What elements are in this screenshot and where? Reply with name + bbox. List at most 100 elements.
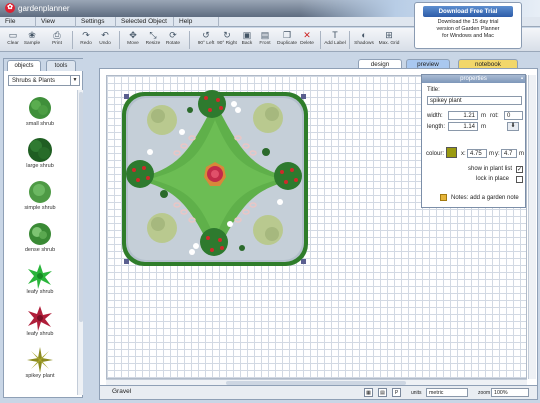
garden-plan[interactable]: [120, 90, 310, 268]
properties-panel: properties ▪ Title: spikey plant width: …: [421, 74, 526, 208]
plant-item-spikey-plant[interactable]: spikey plant: [4, 344, 76, 382]
rotate-down-button[interactable]: ⬇: [507, 122, 519, 131]
menu-file[interactable]: File: [0, 17, 36, 27]
close-icon[interactable]: ▪: [521, 75, 523, 83]
leafy-shrub-icon: [28, 264, 52, 289]
menu-settings[interactable]: Settings: [76, 17, 116, 27]
delete-icon: ✕: [303, 30, 311, 40]
max-grid-label: Max. Grid: [378, 41, 400, 46]
sample-button[interactable]: ❀ Sample: [20, 29, 44, 51]
title-input[interactable]: spikey plant: [427, 96, 522, 105]
category-dropdown[interactable]: Shrubs & Plants ▼: [8, 75, 80, 86]
chevron-down-icon: ▼: [70, 76, 79, 85]
menu-help[interactable]: Help: [174, 17, 219, 27]
properties-title: properties: [460, 76, 487, 82]
plant-item-leafy-shrub-red[interactable]: leafy shrub: [4, 302, 76, 340]
title-label: Title:: [427, 87, 440, 93]
lock-in-place-checkbox[interactable]: [516, 176, 523, 183]
plant-item-large-shrub[interactable]: large shrub: [4, 134, 76, 172]
plant-item-dense-shrub[interactable]: dense shrub: [4, 218, 76, 256]
menu-view[interactable]: View: [36, 17, 76, 27]
y-unit: m: [519, 151, 524, 157]
plant-label: large shrub: [26, 163, 54, 169]
rotation-input[interactable]: 0: [504, 111, 523, 120]
list-view-icon[interactable]: ▤: [378, 388, 387, 397]
bring-front-button[interactable]: ▤ Front: [253, 29, 277, 51]
units-select[interactable]: metric: [426, 388, 468, 397]
rotate-label: Rotate: [165, 41, 181, 46]
width-label: width:: [427, 113, 443, 119]
scrollbar-thumb[interactable]: [79, 92, 83, 322]
tab-objects[interactable]: objects: [7, 60, 41, 71]
download-trial-button[interactable]: Download Free Trial: [423, 6, 513, 17]
print-button[interactable]: ⎙ Print: [45, 29, 69, 51]
x-unit: m: [489, 151, 494, 157]
show-in-plant-list-checkbox[interactable]: ✓: [516, 166, 523, 173]
y-label: y:: [495, 151, 500, 157]
max-grid-button[interactable]: ⊞ Max. Grid: [377, 29, 401, 51]
toolbar-separator: [320, 31, 321, 49]
simple-shrub-icon: [29, 181, 51, 203]
app-logo: ✿ gardenplanner: [5, 3, 70, 13]
x-input[interactable]: 4.75: [467, 149, 487, 158]
shadows-button[interactable]: ◐ Shadows: [352, 29, 376, 51]
plant-list-scrollbar[interactable]: [77, 90, 83, 395]
trial-text-line-1: Download the 15 day trial: [437, 19, 499, 25]
logo-icon: ✿: [5, 3, 15, 13]
bring-front-icon: ▤: [260, 30, 270, 40]
canvas-horizontal-scrollbar[interactable]: [106, 379, 527, 385]
add-label-label: Add Label: [324, 41, 346, 46]
undo-icon: ↶: [101, 30, 109, 40]
leafy-shrub-red-icon: [28, 306, 52, 331]
shadows-label: Shadows: [354, 41, 374, 46]
width-unit: m: [481, 113, 486, 119]
grid-view-icon[interactable]: ▦: [364, 388, 373, 397]
delete-button[interactable]: ✕ Delete: [295, 29, 319, 51]
plant-label: small shrub: [25, 121, 55, 127]
plant-item-leafy-shrub-green[interactable]: leafy shrub: [4, 260, 76, 298]
scrollbar-thumb[interactable]: [226, 381, 406, 385]
objects-panel: objects tools Shrubs & Plants ▼ small sh…: [3, 58, 84, 398]
x-label: x:: [461, 151, 466, 157]
y-input[interactable]: 4.7: [501, 149, 517, 158]
add-label-button[interactable]: T Add Label: [323, 29, 347, 51]
toolbar-separator: [349, 31, 350, 49]
shadows-icon: ◐: [361, 30, 367, 40]
notes-link[interactable]: Notes: add a garden note: [451, 195, 519, 201]
menu-selected-object[interactable]: Selected Object: [116, 17, 174, 27]
colour-swatch[interactable]: [446, 147, 457, 158]
chevron-down-icon: ⬇: [510, 123, 516, 129]
large-shrub-icon: [28, 138, 52, 162]
rot-label: rot:: [490, 113, 499, 119]
units-label: units: [411, 390, 422, 396]
label-icon: T: [332, 30, 338, 40]
lock-in-place-label: lock in place: [476, 176, 510, 182]
selected-material: Gravel: [112, 388, 132, 395]
sample-icon: ❀: [28, 30, 36, 40]
plant-label: leafy shrub: [26, 289, 54, 295]
undo-label: Undo: [99, 41, 111, 46]
plant-label: leafy shrub: [26, 331, 54, 337]
small-shrub-icon: [29, 97, 51, 119]
show-in-plant-list-label: show in plant list: [468, 166, 513, 172]
bring-front-label: Front: [259, 41, 271, 46]
rotate-button[interactable]: ⟳ Rotate: [161, 29, 185, 51]
zoom-select[interactable]: 100%: [491, 388, 529, 397]
properties-header: properties ▪: [422, 75, 525, 83]
plant-view-icon[interactable]: P: [392, 388, 401, 397]
rotate-icon: ⟳: [169, 30, 177, 40]
width-input[interactable]: 1.21: [448, 111, 478, 120]
delete-label: Delete: [300, 41, 314, 46]
plant-item-simple-shrub[interactable]: simple shrub: [4, 176, 76, 214]
length-input[interactable]: 1.14: [448, 122, 478, 131]
length-label: length:: [427, 124, 446, 130]
plant-label: dense shrub: [24, 247, 56, 253]
trial-text-line-3: for Windows and Mac: [442, 33, 494, 39]
dense-shrub-icon: [29, 223, 51, 245]
tab-tools[interactable]: tools: [46, 60, 76, 71]
spikey-plant-icon: [27, 347, 53, 373]
plant-item-small-shrub[interactable]: small shrub: [4, 92, 76, 130]
zoom-label: zoom: [478, 390, 491, 396]
undo-button[interactable]: ↶ Undo: [93, 29, 117, 51]
canvas-vertical-scrollbar[interactable]: [528, 75, 536, 379]
